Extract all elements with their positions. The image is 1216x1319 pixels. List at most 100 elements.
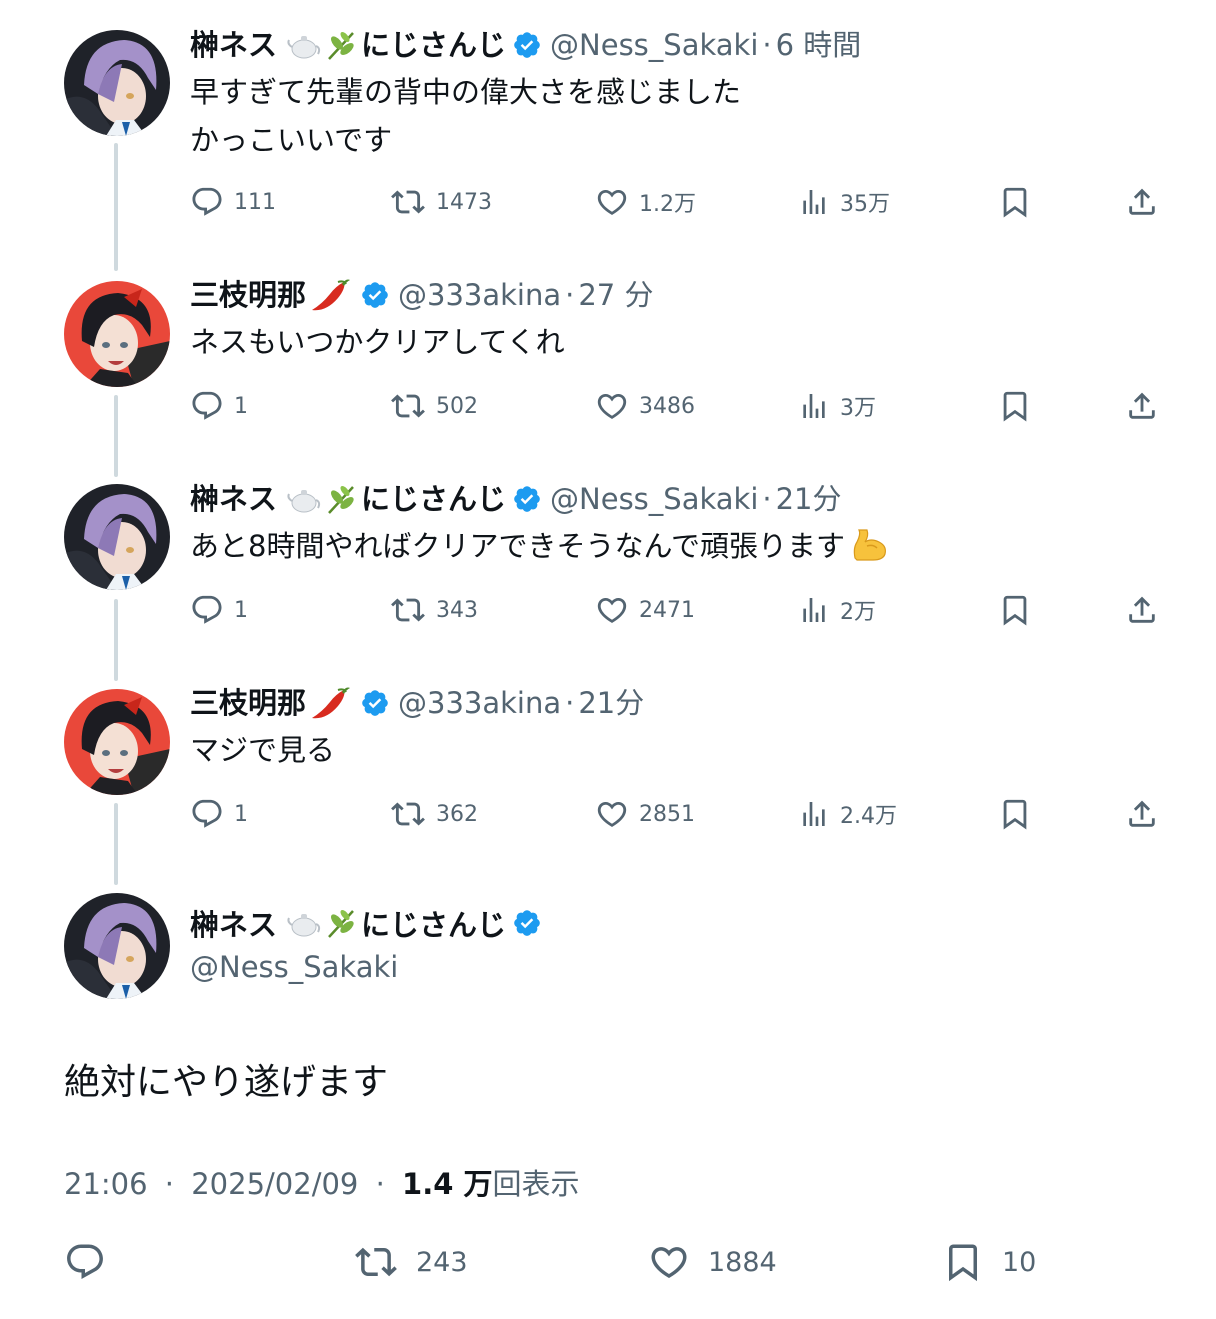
heart-icon — [651, 1247, 687, 1279]
like-button[interactable]: 2851 — [595, 794, 695, 834]
tweet[interactable]: 三枝明那 @333akina · 21分 マジで見る — [190, 680, 1176, 774]
tweet-date[interactable]: 2025/02/09 — [191, 1167, 358, 1201]
display-name[interactable]: 榊ネス — [190, 902, 277, 944]
avatar[interactable] — [64, 484, 170, 590]
like-count: 2851 — [639, 801, 695, 827]
reply-count: 1 — [234, 597, 248, 623]
teapot-emoji-icon — [287, 30, 321, 60]
tweet[interactable]: 榊ネス にじさんじ @Ness_Sakaki · 21分 あと8時間やればクリア… — [190, 476, 1176, 576]
reply-button[interactable]: 1 — [190, 590, 248, 630]
display-name-suffix: にじさんじ — [361, 482, 507, 516]
timestamp[interactable]: 27 分 — [578, 272, 653, 318]
bookmark-button[interactable] — [998, 386, 1042, 426]
avatar[interactable] — [64, 893, 170, 999]
tweet[interactable]: 榊ネス にじさんじ @Ness_Sakaki · 6 時間 早すぎて先輩の背中の… — [190, 22, 1176, 164]
views-label: 回表示 — [492, 1167, 580, 1201]
timestamp[interactable]: 21分 — [578, 680, 644, 726]
handle[interactable]: @333akina — [398, 272, 561, 318]
herb-emoji-icon — [325, 907, 359, 939]
views-count[interactable]: 1.4 万 — [402, 1167, 492, 1201]
retweet-button[interactable]: 243 — [354, 1238, 468, 1286]
reply-icon — [67, 1244, 103, 1279]
verified-badge-icon — [512, 908, 542, 938]
verified-badge-icon — [360, 280, 390, 310]
bookmark-button[interactable] — [998, 590, 1042, 630]
share-button[interactable] — [1125, 794, 1169, 834]
teapot-emoji-icon — [287, 908, 321, 938]
reply-icon — [192, 595, 222, 624]
views-count: 35万 — [840, 192, 890, 217]
avatar-black-hair-icon — [64, 689, 170, 795]
retweet-icon — [391, 190, 425, 214]
avatar-purple-hair-icon — [64, 484, 170, 590]
like-button[interactable]: 1884 — [648, 1238, 777, 1286]
retweet-icon — [355, 1247, 397, 1277]
views-chart-icon — [803, 394, 825, 418]
avatar[interactable] — [64, 30, 170, 136]
share-button[interactable] — [1125, 386, 1169, 426]
handle[interactable]: @Ness_Sakaki — [550, 476, 758, 522]
tweet-header: 三枝明那 @333akina · 21分 — [190, 680, 1176, 726]
views-button[interactable]: 3万 — [798, 386, 876, 426]
like-button[interactable]: 3486 — [595, 386, 695, 426]
retweet-button[interactable]: 502 — [390, 386, 478, 426]
reply-button[interactable]: 1 — [190, 794, 248, 834]
retweet-button[interactable]: 362 — [390, 794, 478, 834]
display-name[interactable]: 榊ネス — [190, 476, 277, 522]
avatar[interactable] — [64, 281, 170, 387]
retweet-button[interactable]: 343 — [390, 590, 478, 630]
reply-count: 111 — [234, 189, 276, 215]
views-count: 2万 — [840, 600, 876, 625]
main-tweet-text: 絶対にやり遂げます — [64, 1062, 389, 1103]
tweet-header: 榊ネス にじさんじ @Ness_Sakaki · 21分 — [190, 476, 1176, 522]
views-button[interactable]: 35万 — [798, 182, 890, 222]
share-icon — [1129, 800, 1155, 827]
tweet-time[interactable]: 21:06 — [64, 1167, 148, 1201]
handle[interactable]: @Ness_Sakaki — [190, 944, 398, 990]
separator-dot: · — [565, 278, 575, 312]
bookmark-button[interactable] — [998, 794, 1042, 834]
views-count: 3万 — [840, 396, 876, 421]
reply-button[interactable] — [64, 1238, 124, 1286]
reply-icon — [192, 799, 222, 828]
avatar[interactable] — [64, 689, 170, 795]
handle[interactable]: @333akina — [398, 680, 561, 726]
bookmark-icon — [1003, 187, 1027, 218]
display-name[interactable]: 榊ネス — [190, 22, 277, 68]
bookmark-button[interactable]: 10 — [942, 1238, 1036, 1286]
like-count: 1884 — [708, 1246, 777, 1278]
tweet-text: あと8時間やればクリアできそうなんで頑張ります — [190, 522, 1176, 576]
display-name[interactable]: 三枝明那 — [190, 680, 306, 726]
display-name-suffix: にじさんじ — [361, 908, 507, 942]
tweet-actions: 111 1473 1.2万 35万 — [190, 182, 1176, 222]
bookmark-button[interactable] — [998, 182, 1042, 222]
display-name[interactable]: 三枝明那 — [190, 272, 306, 318]
bookmark-icon — [1003, 799, 1027, 830]
handle[interactable]: @Ness_Sakaki — [550, 22, 758, 68]
like-button[interactable]: 1.2万 — [595, 182, 696, 222]
tweet-header: 三枝明那 @333akina · 27 分 — [190, 272, 1176, 318]
timestamp[interactable]: 21分 — [776, 476, 842, 522]
timestamp[interactable]: 6 時間 — [776, 22, 862, 68]
main-tweet-actions: 243 1884 10 — [64, 1238, 1176, 1286]
retweet-count: 502 — [436, 393, 478, 419]
reply-icon — [192, 187, 222, 216]
tweet[interactable]: 三枝明那 @333akina · 27 分 ネスもいつかクリアしてくれ — [190, 272, 1176, 366]
views-button[interactable]: 2万 — [798, 590, 876, 630]
share-icon — [1129, 188, 1155, 215]
share-button[interactable] — [1125, 182, 1169, 222]
retweet-button[interactable]: 1473 — [390, 182, 492, 222]
flexed-biceps-emoji-icon — [849, 528, 889, 576]
herb-emoji-icon — [325, 29, 359, 61]
heart-icon — [597, 597, 627, 623]
tweet-text: マジで見る — [190, 733, 336, 767]
share-button[interactable] — [1125, 590, 1169, 630]
tweet-header: 榊ネス にじさんじ @Ness_Sakaki · 6 時間 — [190, 22, 1176, 68]
thread-line — [114, 803, 118, 885]
views-button[interactable]: 2.4万 — [798, 794, 897, 834]
reply-button[interactable]: 1 — [190, 386, 248, 426]
like-button[interactable]: 2471 — [595, 590, 695, 630]
reply-button[interactable]: 111 — [190, 182, 276, 222]
heart-icon — [597, 393, 627, 419]
separator-dot: · — [762, 482, 772, 516]
